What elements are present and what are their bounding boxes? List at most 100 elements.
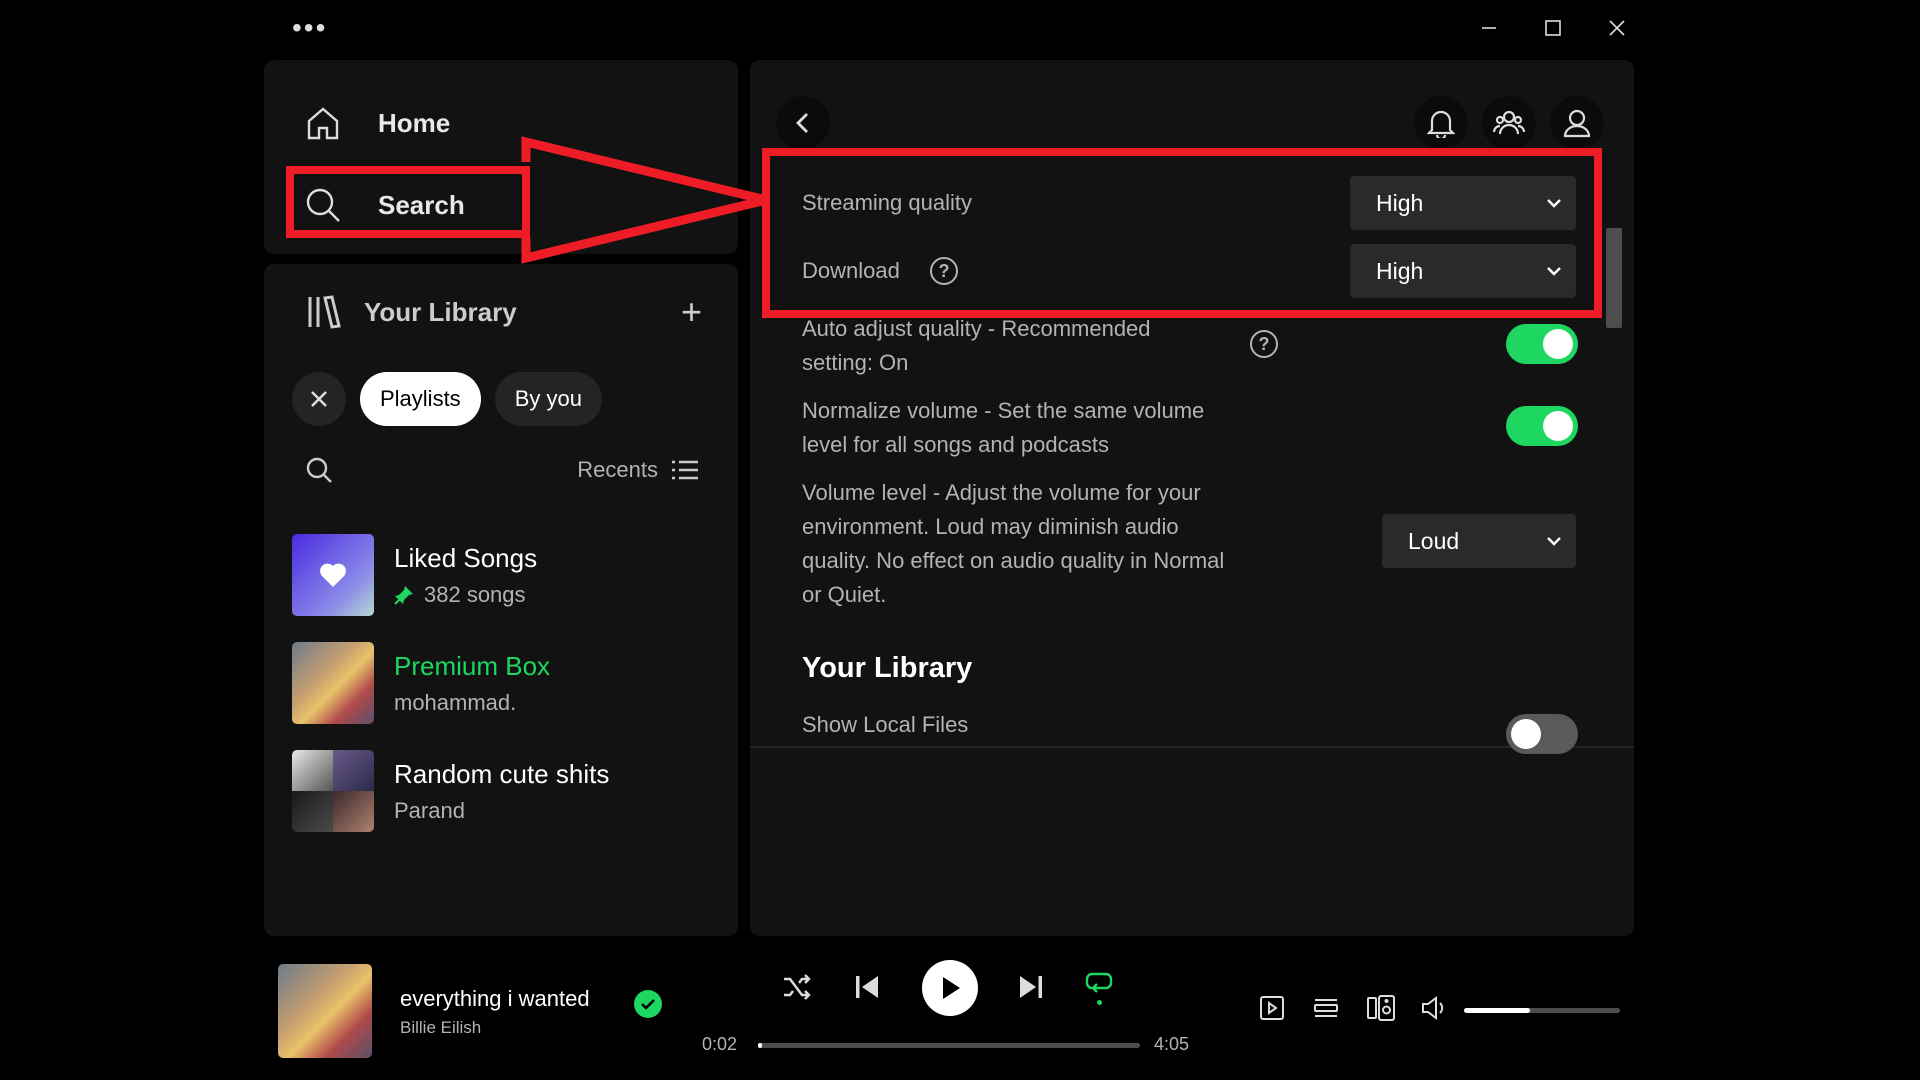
your-library-section-title: Your Library xyxy=(802,652,973,684)
now-playing-view-button[interactable] xyxy=(1258,994,1286,1027)
clear-filter-button[interactable] xyxy=(292,372,346,426)
volume-icon xyxy=(1422,996,1444,1020)
auto-adjust-toggle[interactable] xyxy=(1506,324,1578,364)
library-item-liked-songs[interactable]: Liked Songs 382 songs xyxy=(292,534,718,616)
library-icon[interactable] xyxy=(306,294,342,330)
next-button[interactable] xyxy=(1018,974,1044,1000)
connect-device-button[interactable] xyxy=(1366,994,1396,1027)
close-button[interactable] xyxy=(1582,10,1652,46)
auto-adjust-label: Auto adjust quality - Recommended settin… xyxy=(802,312,1151,380)
library-filters: Playlists By you xyxy=(292,372,602,426)
mute-button[interactable] xyxy=(1420,994,1450,1027)
progress-bar[interactable] xyxy=(758,1043,1140,1048)
volume-level-line3: quality. No effect on audio quality in N… xyxy=(802,548,1225,573)
shuffle-icon xyxy=(784,974,811,1000)
liked-songs-cover xyxy=(292,534,374,616)
random-cute-title: Random cute shits xyxy=(394,758,610,789)
duration-time: 4:05 xyxy=(1154,1034,1190,1054)
library-item-premium-box[interactable]: Premium Box mohammad. xyxy=(292,642,718,724)
play-button[interactable] xyxy=(922,960,978,1016)
volume-level-line1: Volume level - Adjust the volume for you… xyxy=(802,480,1201,505)
back-button[interactable] xyxy=(776,96,830,150)
volume-level-line2: environment. Loud may diminish audio xyxy=(802,514,1179,539)
premium-box-title: Premium Box xyxy=(394,650,551,681)
chevron-down-icon xyxy=(1547,537,1561,546)
close-icon xyxy=(311,391,327,407)
now-playing-cover[interactable] xyxy=(278,964,372,1058)
library-panel: Your Library + Playlists By you Recents xyxy=(264,264,738,936)
normalize-label: Normalize volume - Set the same volume l… xyxy=(802,394,1204,462)
volume-level-value: Loud xyxy=(1408,527,1460,554)
settings-scrollbar[interactable] xyxy=(1606,228,1622,328)
library-header: Your Library + xyxy=(306,294,702,330)
volume-fill xyxy=(1464,1008,1530,1013)
pin-icon xyxy=(394,585,413,605)
repeat-active-dot xyxy=(1096,1000,1102,1005)
normalize-line2: level for all songs and podcasts xyxy=(802,432,1109,457)
progress-fill xyxy=(758,1043,762,1048)
liked-songs-title: Liked Songs xyxy=(394,542,538,573)
now-playing-title[interactable]: everything i wanted xyxy=(400,986,590,1012)
friends-icon xyxy=(1493,110,1525,135)
list-icon xyxy=(672,460,698,480)
shuffle-button[interactable] xyxy=(782,974,812,1000)
elapsed-time: 0:02 xyxy=(702,1034,738,1054)
player-bar: everything i wanted Billie Eilish 0:02 4… xyxy=(262,948,1646,1076)
show-local-files-toggle[interactable] xyxy=(1506,714,1578,754)
nav-home[interactable]: Home xyxy=(304,104,450,142)
profile-button[interactable] xyxy=(1550,96,1604,150)
maximize-button[interactable] xyxy=(1518,10,1588,46)
filter-by-you[interactable]: By you xyxy=(494,372,602,426)
saved-check-button[interactable] xyxy=(634,990,662,1018)
friend-activity-button[interactable] xyxy=(1482,96,1536,150)
previous-button[interactable] xyxy=(854,974,880,1000)
repeat-icon xyxy=(1085,972,1113,993)
sort-dropdown[interactable]: Recents xyxy=(577,457,698,483)
skip-forward-icon xyxy=(1020,976,1042,998)
library-title[interactable]: Your Library xyxy=(364,297,517,328)
now-playing-artist[interactable]: Billie Eilish xyxy=(400,1018,481,1038)
maximize-icon xyxy=(1545,20,1561,36)
show-local-files-label: Show Local Files xyxy=(802,712,969,737)
minimize-icon xyxy=(1482,27,1496,29)
normalize-toggle[interactable] xyxy=(1506,406,1578,446)
repeat-button[interactable] xyxy=(1084,970,1114,1005)
volume-level-select[interactable]: Loud xyxy=(1382,514,1576,568)
check-icon xyxy=(641,999,655,1010)
queue-button[interactable] xyxy=(1312,994,1340,1027)
close-icon xyxy=(1609,20,1625,36)
notifications-button[interactable] xyxy=(1414,96,1468,150)
heart-icon xyxy=(320,563,346,587)
chevron-left-icon xyxy=(796,113,808,133)
liked-songs-subtitle: 382 songs xyxy=(424,581,526,607)
premium-box-cover xyxy=(292,642,374,724)
minimize-button[interactable] xyxy=(1454,10,1524,46)
volume-level-line4: or Quiet. xyxy=(802,582,887,607)
volume-level-label: Volume level - Adjust the volume for you… xyxy=(802,476,1224,612)
add-playlist-button[interactable]: + xyxy=(681,294,702,330)
device-icon xyxy=(1367,995,1395,1021)
app-menu-button[interactable]: ••• xyxy=(292,14,327,42)
bell-icon xyxy=(1427,110,1455,138)
now-playing-view-icon xyxy=(1260,996,1284,1020)
home-icon xyxy=(307,107,339,140)
queue-icon xyxy=(1314,999,1338,1017)
premium-box-subtitle: mohammad. xyxy=(394,689,517,715)
search-library-icon[interactable] xyxy=(304,455,334,485)
normalize-line1: Normalize volume - Set the same volume xyxy=(802,398,1205,423)
play-icon xyxy=(943,977,960,999)
library-item-random-cute[interactable]: Random cute shits Parand xyxy=(292,750,718,832)
title-bar: ••• xyxy=(262,10,1646,60)
help-icon[interactable]: ? xyxy=(1250,330,1278,358)
search-highlight-box xyxy=(286,166,530,238)
nav-home-label: Home xyxy=(378,107,451,138)
user-icon xyxy=(1563,109,1591,138)
library-search-row: Recents xyxy=(304,450,698,490)
random-cute-subtitle: Parand xyxy=(394,797,465,823)
settings-highlight-box xyxy=(762,148,1602,318)
auto-adjust-line2: setting: On xyxy=(802,350,909,375)
random-cute-cover xyxy=(292,750,374,832)
filter-playlists[interactable]: Playlists xyxy=(360,372,481,426)
skip-back-icon xyxy=(856,976,878,998)
volume-slider[interactable] xyxy=(1464,1008,1620,1013)
